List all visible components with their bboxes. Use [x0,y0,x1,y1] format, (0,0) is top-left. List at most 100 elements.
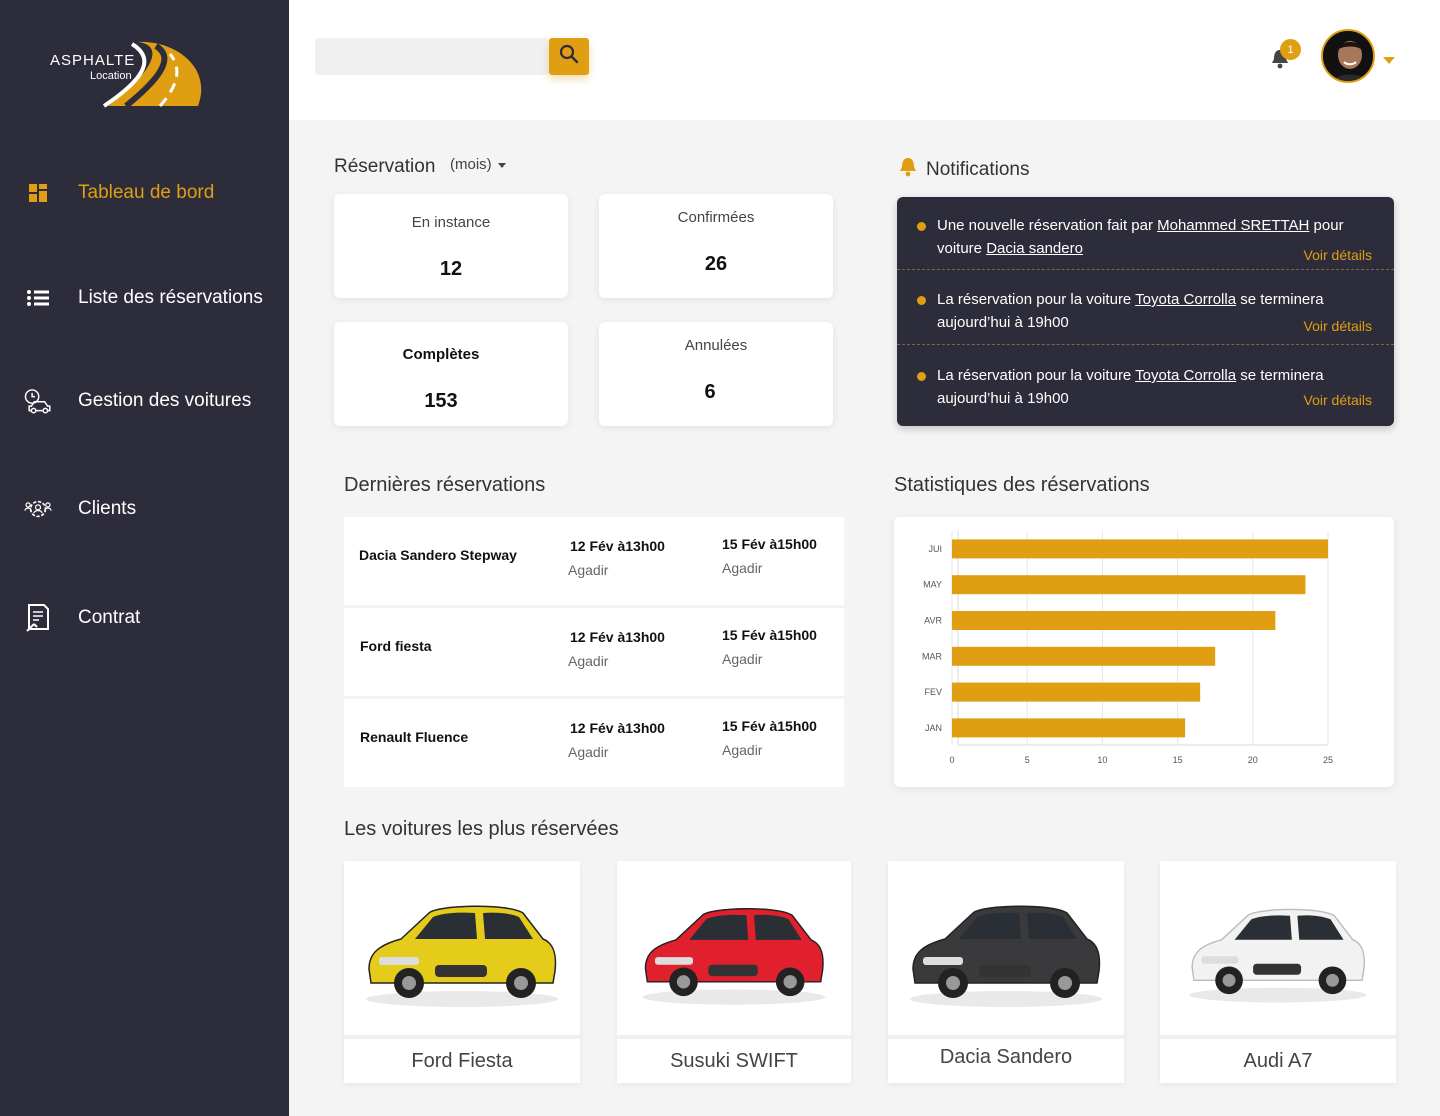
notification-dot [917,222,926,231]
notifications-title: Notifications [926,159,1030,180]
y-tick-label: FEV [924,687,942,697]
start-city: Agadir [568,562,609,578]
car-image [617,861,851,1035]
stat-card-confirmed[interactable]: Confirmées 26 [599,194,833,298]
search-icon [559,44,579,69]
x-tick-label: 10 [1097,755,1107,765]
list-icon [24,284,52,312]
car-name: Audi A7 [1243,1050,1313,1072]
sidebar-item-cars[interactable]: Gestion des voitures [24,387,251,415]
y-tick-label: MAR [922,651,943,661]
chevron-down-icon [497,162,506,168]
table-row[interactable]: Renault Fluence 12 Fév à13h00 Agadir 15 … [344,699,844,787]
sidebar-item-label: Liste des réservations [78,287,263,308]
stat-value: 153 [424,390,458,412]
notification-text: La réservation pour la voiture Toyota Co… [937,291,1324,331]
stat-value: 12 [439,258,463,280]
sidebar-item-label: Tableau de bord [78,182,215,203]
bar-fev [952,682,1201,702]
user-avatar[interactable] [1321,29,1375,83]
search-button[interactable] [549,38,589,75]
stat-card-cancelled[interactable]: Annulées 6 [599,322,833,426]
car-illustration-icon [642,907,826,1005]
brand-name: ASPHALTE [50,52,136,69]
stat-value: 6 [704,381,716,403]
start-city: Agadir [568,653,609,669]
bar-may [952,575,1306,595]
clients-gear-icon [24,495,52,523]
car-link[interactable]: Toyota Corrolla [1135,367,1236,384]
start-date: 12 Fév à13h00 [570,629,665,645]
dashboard-grid-icon [24,179,52,207]
car-illustration-icon [1189,908,1367,1003]
sidebar-item-dashboard[interactable]: Tableau de bord [24,179,214,207]
car-card-dacia-sandero[interactable]: Dacia Sandero [888,861,1124,1083]
sidebar-item-contract[interactable]: Contrat [24,604,140,632]
car-card-ford-fiesta[interactable]: Ford Fiesta [344,861,580,1083]
car-name: Ford fiesta [360,638,432,654]
notification-count-badge: 1 [1280,39,1301,60]
sidebar-item-label: Clients [78,498,137,519]
notifications-panel: Une nouvelle réservation fait par Mohamm… [897,197,1394,426]
car-card-suzuki-swift[interactable]: Susuki SWIFT [617,861,851,1083]
user-link[interactable]: Mohammed SRETTAH [1157,217,1309,234]
bar-mar [952,646,1216,666]
start-city: Agadir [568,744,609,760]
period-select[interactable]: (mois) [450,156,506,173]
car-name: Susuki SWIFT [670,1050,798,1072]
bar-avr [952,611,1276,630]
car-name: Renault Fluence [360,729,469,745]
start-date: 12 Fév à13h00 [570,720,665,736]
end-city: Agadir [722,742,763,758]
sidebar-item-clients[interactable]: Clients [24,495,136,523]
table-row[interactable]: Ford fiesta 12 Fév à13h00 Agadir 15 Fév … [344,608,844,696]
car-image [888,861,1124,1035]
stat-card-completed[interactable]: Complètes 153 [334,322,568,426]
car-image [1160,861,1396,1035]
y-tick-label: AVR [924,616,942,626]
notification-item: La réservation pour la voiture Toyota Co… [897,288,1394,338]
view-details-link[interactable]: Voir détails [1304,244,1372,267]
sidebar-item-label: Contrat [78,607,141,628]
notification-text: Une nouvelle réservation fait par Mohamm… [937,217,1344,257]
end-date: 15 Fév à15h00 [722,536,817,552]
top-bar: 1 [289,0,1440,120]
user-menu-caret-icon[interactable] [1383,57,1395,64]
x-tick-label: 15 [1173,755,1183,765]
car-illustration-icon [910,905,1102,1007]
reservations-bar-chart: 0 5 10 15 20 25 JUI MAY AVR MAR FEV JAN [922,531,1333,765]
x-tick-label: 20 [1248,755,1258,765]
car-link[interactable]: Dacia sandero [986,240,1083,257]
bell-icon [1271,50,1289,74]
reservations-chart-card: 0 5 10 15 20 25 JUI MAY AVR MAR FEV JAN [894,517,1394,787]
search-input[interactable] [315,38,549,75]
view-details-link[interactable]: Voir détails [1304,389,1372,412]
divider [897,269,1394,270]
bell-icon [898,156,918,184]
sidebar-item-reservations[interactable]: Liste des réservations [24,284,263,312]
x-tick-label: 0 [949,755,954,765]
table-row[interactable]: Dacia Sandero Stepway 12 Fév à13h00 Agad… [344,517,844,605]
latest-reservations-title: Dernières réservations [344,474,546,496]
brand-sub: Location [90,70,132,82]
reservation-title: Réservation [334,156,436,177]
stat-card-pending[interactable]: En instance 12 [334,194,568,298]
car-image [344,861,580,1035]
car-link[interactable]: Toyota Corrolla [1135,291,1236,308]
brand-logo[interactable]: ASPHALTE Location [48,36,208,108]
car-clock-icon [24,387,52,415]
view-details-link[interactable]: Voir détails [1304,315,1372,338]
notification-dot [917,296,926,305]
x-tick-label: 25 [1323,755,1333,765]
notification-dot [917,372,926,381]
car-card-audi-a7[interactable]: Audi A7 [1160,861,1396,1083]
car-name: Dacia Sandero Stepway [359,547,517,563]
car-name: Ford Fiesta [411,1050,513,1072]
notification-item: Une nouvelle réservation fait par Mohamm… [897,214,1394,264]
bar-jan [952,718,1186,738]
search-box [315,38,549,75]
contract-icon [24,604,52,632]
end-city: Agadir [722,651,763,667]
notification-text: La réservation pour la voiture Toyota Co… [937,367,1324,407]
stat-label: Confirmées [677,209,755,226]
